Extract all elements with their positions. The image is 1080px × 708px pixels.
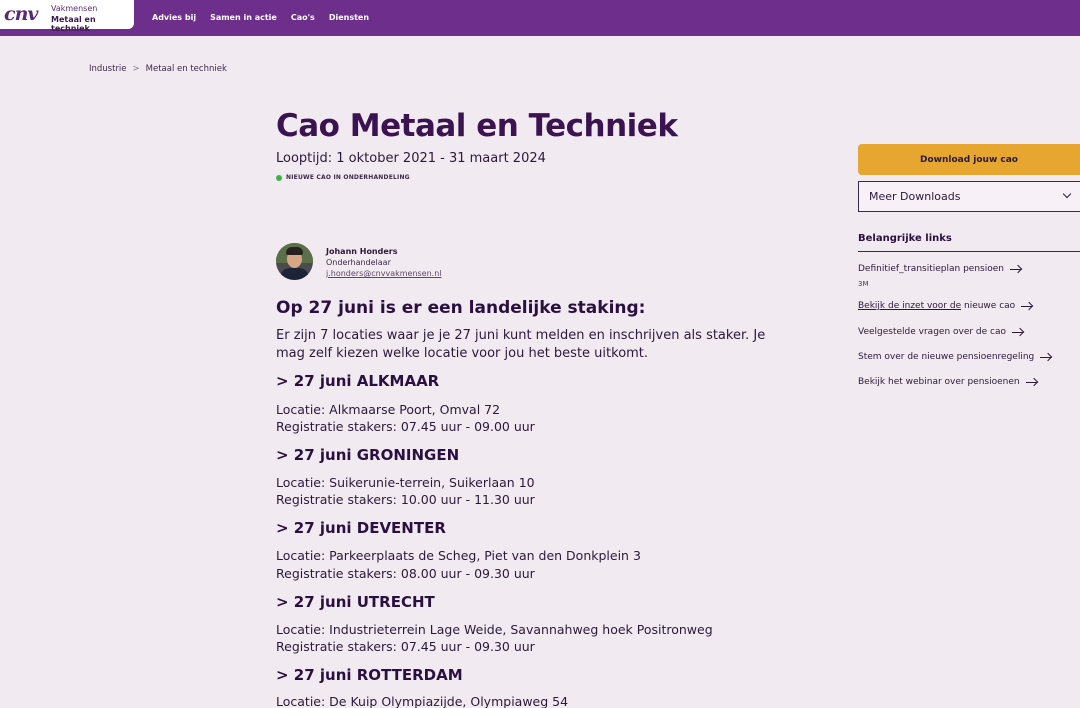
article-heading: Op 27 juni is er een landelijke staking: — [276, 298, 646, 318]
location-heading-rotterdam: > 27 juni ROTTERDAM — [276, 666, 463, 684]
main-nav: Advies bij Samen in actie Cao's Diensten — [152, 13, 369, 22]
divider — [858, 251, 1080, 252]
nav-item-samen-in-actie[interactable]: Samen in actie — [210, 13, 277, 22]
logo-line-1: Vakmensen — [51, 4, 98, 13]
avatar — [276, 243, 313, 280]
location-address: Locatie: De Kuip Olympiazijde, Olympiawe… — [276, 694, 569, 708]
location-address: Locatie: Industrieterrein Lage Weide, Sa… — [276, 622, 713, 637]
location-address: Locatie: Suikerunie-terrein, Suikerlaan … — [276, 475, 535, 490]
logo-mark: cnv — [4, 3, 38, 25]
location-heading-groningen: > 27 juni GRONINGEN — [276, 446, 460, 464]
location-heading-deventer: > 27 juni DEVENTER — [276, 519, 446, 537]
arrow-right-icon — [1040, 353, 1052, 361]
status-dot-icon — [276, 174, 282, 181]
contact-name: Johann Honders — [326, 247, 398, 256]
status-text: NIEUWE CAO IN ONDERHANDELING — [286, 174, 410, 181]
location-heading-alkmaar: > 27 juni ALKMAAR — [276, 372, 440, 390]
status-badge: NIEUWE CAO IN ONDERHANDELING — [276, 174, 410, 181]
location-address: Locatie: Alkmaarse Poort, Omval 72 — [276, 402, 501, 417]
dropdown-label: Meer Downloads — [869, 190, 961, 203]
location-registration: Registratie stakers: 07.45 uur - 09.00 u… — [276, 419, 535, 434]
location-registration: Registratie stakers: 08.00 uur - 09.30 u… — [276, 566, 535, 581]
link-veelgestelde-vragen[interactable]: Veelgestelde vragen over de cao — [858, 327, 1024, 337]
arrow-right-icon — [1009, 265, 1022, 273]
breadcrumb-item-metaal-en-techniek[interactable]: Metaal en techniek — [146, 64, 227, 74]
looptijd-text: Looptijd: 1 oktober 2021 - 31 maart 2024 — [276, 151, 546, 166]
link-stem-pensioenregeling[interactable]: Stem over de nieuwe pensioenregeling — [858, 352, 1052, 362]
meer-downloads-dropdown[interactable]: Meer Downloads — [858, 181, 1080, 212]
link-webinar-pensioenen[interactable]: Bekijk het webinar over pensioenen — [858, 377, 1038, 387]
logo-line-2: Metaal en techniek — [51, 15, 96, 33]
nav-item-diensten[interactable]: Diensten — [329, 13, 369, 22]
location-registration: Registratie stakers: 10.00 uur - 11.30 u… — [276, 492, 535, 507]
arrow-right-icon — [1021, 302, 1033, 310]
links-title: Belangrijke links — [858, 233, 952, 244]
article-intro: Er zijn 7 locaties waar je je 27 juni ku… — [276, 328, 766, 361]
nav-item-caos[interactable]: Cao's — [291, 13, 315, 22]
contact-role: Onderhandelaar — [326, 258, 391, 267]
link-inzet-nieuwe-cao[interactable]: Bekijk de inzet voor de nieuwe cao — [858, 301, 1033, 311]
top-navigation-bar: cnv Vakmensen Metaal en techniek Advies … — [0, 0, 1080, 36]
link-transitieplan-pensioen[interactable]: Definitief_transitieplan pensioen — [858, 264, 1022, 274]
location-heading-utrecht: > 27 juni UTRECHT — [276, 593, 435, 611]
cnv-logo[interactable]: cnv Vakmensen Metaal en techniek — [0, 0, 134, 33]
breadcrumb: Industrie > Metaal en techniek — [89, 64, 227, 74]
nav-item-advies-bij[interactable]: Advies bij — [152, 13, 196, 22]
location-address: Locatie: Parkeerplaats de Scheg, Piet va… — [276, 548, 641, 563]
location-registration: Registratie stakers: 07.45 uur - 09.30 u… — [276, 639, 535, 654]
contact-email-link[interactable]: j.honders@cnvvakmensen.nl — [326, 269, 442, 278]
file-size: 3M — [858, 280, 869, 288]
page-title: Cao Metaal en Techniek — [276, 108, 678, 144]
breadcrumb-separator: > — [132, 64, 140, 74]
breadcrumb-item-industrie[interactable]: Industrie — [89, 64, 127, 74]
arrow-right-icon — [1012, 328, 1024, 336]
arrow-right-icon — [1025, 378, 1038, 386]
download-cao-button[interactable]: Download jouw cao — [858, 144, 1080, 175]
chevron-down-icon — [1062, 189, 1072, 199]
